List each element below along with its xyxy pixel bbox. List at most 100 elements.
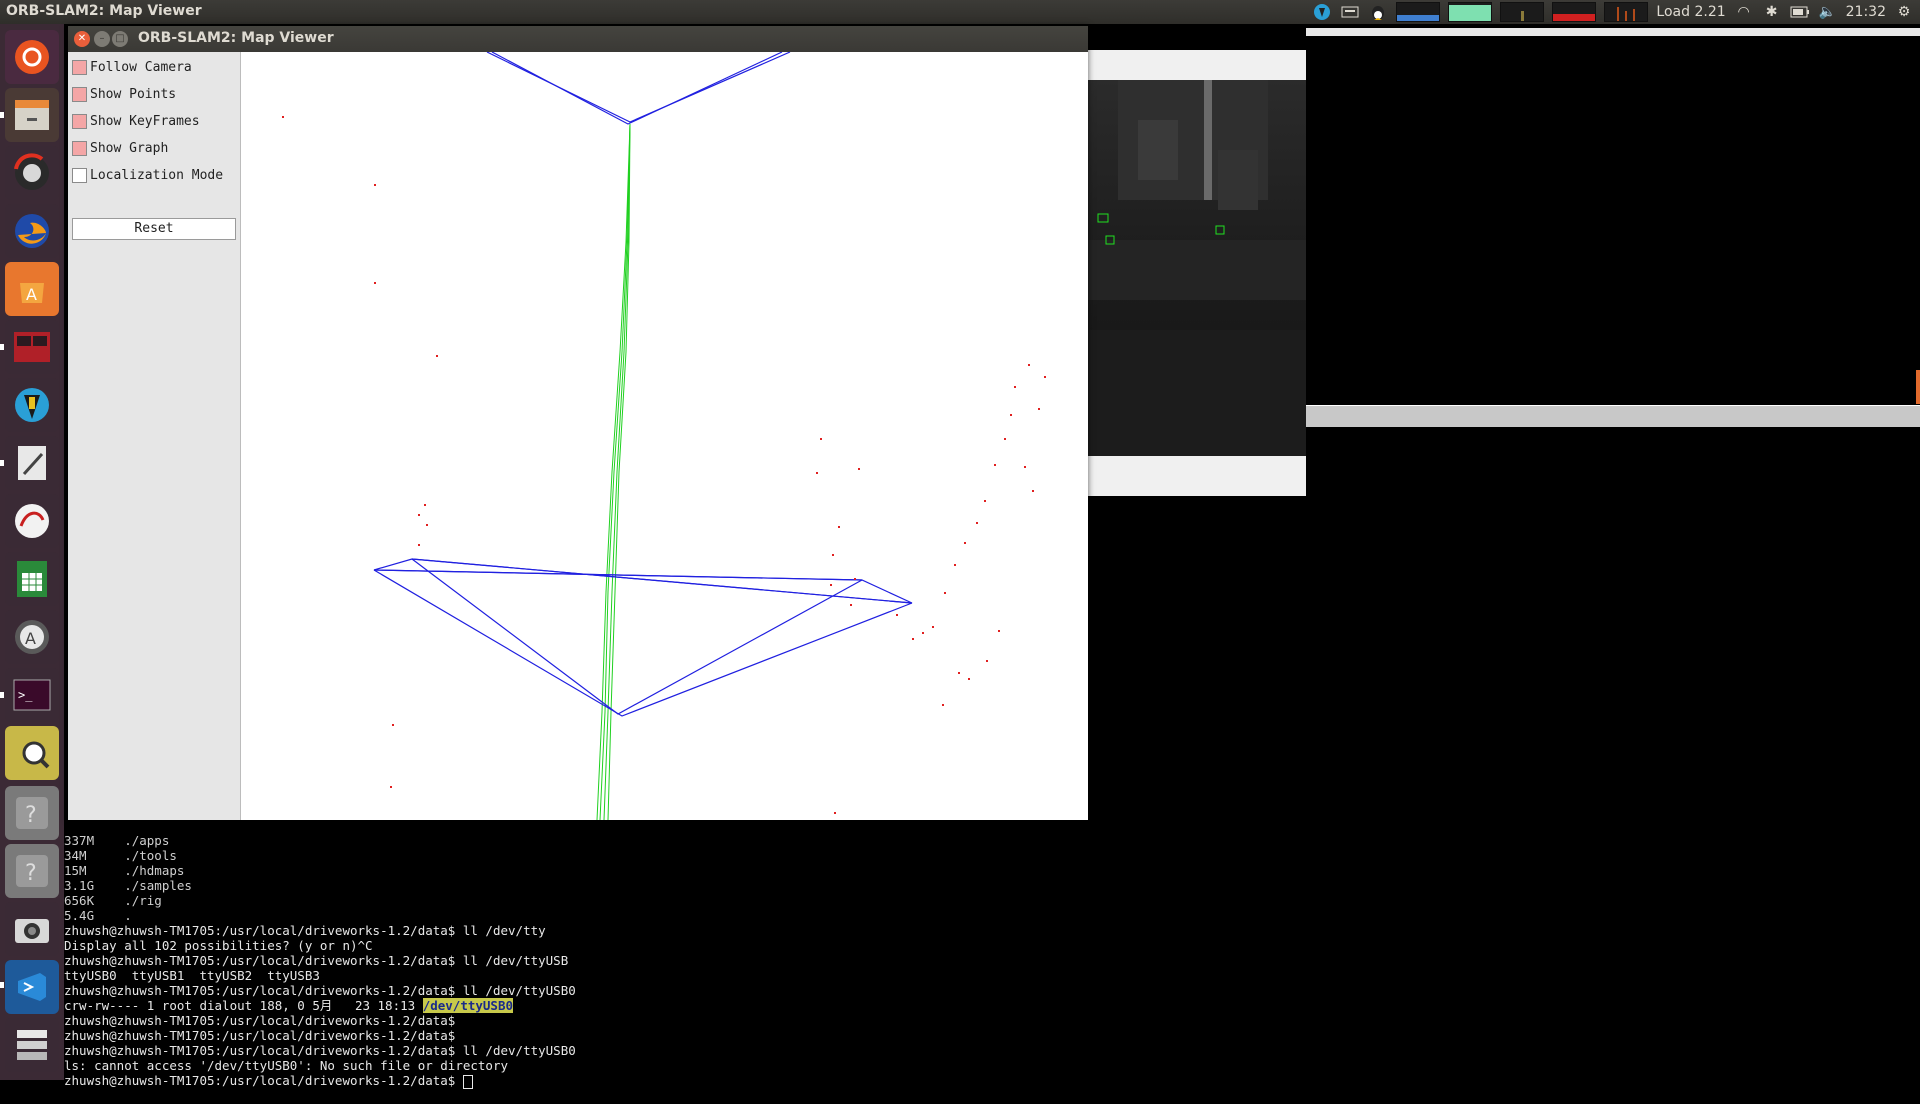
- running-indicator: [0, 460, 4, 466]
- image-viewer-icon[interactable]: [5, 726, 59, 780]
- ubuntu-dash-icon[interactable]: [5, 30, 59, 84]
- camera-icon[interactable]: [5, 902, 59, 956]
- terminal-line: 3.1G ./samples: [64, 878, 192, 893]
- keyboard-icon[interactable]: [1340, 3, 1360, 21]
- follow-camera-label: Follow Camera: [90, 59, 192, 75]
- keyframe-top: [486, 51, 791, 125]
- workspace-icon[interactable]: [5, 1018, 59, 1072]
- show-keyframes-checkbox[interactable]: [72, 113, 87, 129]
- cpu-graph: [1396, 2, 1441, 22]
- background-window: [1306, 28, 1920, 1080]
- running-indicator: [0, 692, 4, 698]
- tux-icon[interactable]: [1368, 3, 1388, 21]
- svg-text:A: A: [25, 629, 36, 648]
- keyframe-bottom: [373, 558, 913, 717]
- show-points-option[interactable]: Show Points: [72, 83, 176, 105]
- remote-desktop-icon[interactable]: [5, 320, 59, 374]
- bluetooth-icon[interactable]: ✱: [1762, 3, 1782, 21]
- background-window-accent: [1916, 370, 1920, 404]
- background-window-bar: [1306, 28, 1920, 36]
- battery-icon[interactable]: [1790, 3, 1810, 21]
- trajectory: [596, 123, 631, 821]
- follow-camera-checkbox[interactable]: [72, 59, 87, 75]
- map-render: [282, 51, 1046, 821]
- load-graph: [1552, 2, 1597, 22]
- terminal-line: 5.4G .: [64, 908, 132, 923]
- localization-mode-checkbox[interactable]: [72, 167, 87, 183]
- current-frame-image: [1088, 80, 1306, 456]
- terminal-line: 34M ./tools: [64, 848, 177, 863]
- close-icon[interactable]: ✕: [74, 31, 90, 47]
- launcher: A A >_ ? ?: [0, 24, 64, 1080]
- settings-gear-icon[interactable]: ⚙: [1894, 3, 1914, 21]
- svg-text:>_: >_: [18, 688, 33, 702]
- terminal-icon[interactable]: >_: [5, 668, 59, 722]
- vpn-icon[interactable]: [1312, 3, 1332, 21]
- reset-button[interactable]: Reset: [72, 218, 236, 240]
- map-viewer-window: ✕ – □ ORB-SLAM2: Map Viewer Follow Camer…: [68, 26, 1088, 821]
- load-indicator: Load 2.21: [1656, 4, 1726, 20]
- vscode-icon[interactable]: [5, 960, 59, 1014]
- memory-graph: [1448, 2, 1493, 22]
- terminal-line: zhuwsh@zhuwsh-TM1705:/usr/local/drivewor…: [64, 1043, 576, 1058]
- show-keyframes-option[interactable]: Show KeyFrames: [72, 110, 200, 132]
- terminal-prompt: zhuwsh@zhuwsh-TM1705:/usr/local/drivewor…: [64, 1073, 463, 1088]
- background-window-divider: [1306, 405, 1920, 427]
- running-indicator: [0, 112, 4, 118]
- terminal-line: zhuwsh@zhuwsh-TM1705:/usr/local/drivewor…: [64, 983, 576, 998]
- show-keyframes-label: Show KeyFrames: [90, 113, 200, 129]
- firefox-icon[interactable]: [5, 204, 59, 258]
- software-updater-icon[interactable]: A: [5, 610, 59, 664]
- show-graph-option[interactable]: Show Graph: [72, 137, 168, 159]
- vpn-app-icon[interactable]: [5, 378, 59, 432]
- svg-text:A: A: [26, 285, 37, 304]
- device-listing: crw-rw---- 1 root dialout 188, 0 5月 23 1…: [64, 998, 423, 1013]
- device-path-highlight: /dev/ttyUSB0: [422, 998, 513, 1013]
- file-manager-icon[interactable]: [5, 88, 59, 142]
- terminal-output[interactable]: 337M ./apps 34M ./tools 15M ./hdmaps 3.1G .…: [64, 818, 1064, 1104]
- terminal-line: ls: cannot access '/dev/ttyUSB0': No suc…: [64, 1058, 509, 1073]
- running-indicator: [0, 982, 4, 988]
- top-panel: ORB-SLAM2: Map Viewer Load 2.21 ◠ ✱ 🔈 21…: [0, 0, 1920, 24]
- terminal-prompt-line[interactable]: zhuwsh@zhuwsh-TM1705:/usr/local/drivewor…: [64, 1073, 1064, 1089]
- disk-graph: [1604, 2, 1649, 22]
- wifi-icon[interactable]: ◠: [1734, 3, 1754, 21]
- options-panel: Follow Camera Show Points Show KeyFrames…: [68, 52, 241, 820]
- text-editor-icon[interactable]: [5, 436, 59, 490]
- svg-text:?: ?: [25, 803, 37, 828]
- volume-icon[interactable]: 🔈: [1818, 3, 1838, 21]
- terminal-line: zhuwsh@zhuwsh-TM1705:/usr/local/drivewor…: [64, 1013, 456, 1028]
- active-window-title: ORB-SLAM2: Map Viewer: [6, 3, 202, 19]
- clock[interactable]: 21:32: [1846, 4, 1886, 20]
- system-tray: Load 2.21 ◠ ✱ 🔈 21:32 ⚙: [1312, 0, 1920, 24]
- map-points: [282, 116, 1046, 814]
- minimize-icon[interactable]: –: [94, 31, 110, 47]
- localization-mode-option[interactable]: Localization Mode: [72, 164, 223, 186]
- follow-camera-option[interactable]: Follow Camera: [72, 56, 192, 78]
- localization-mode-label: Localization Mode: [90, 167, 224, 183]
- unknown-app-icon[interactable]: ?: [5, 844, 59, 898]
- terminal-line: 15M ./hdmaps: [64, 863, 185, 878]
- terminal-line: crw-rw---- 1 root dialout 188, 0 5月 23 1…: [64, 998, 1064, 1013]
- software-center-icon[interactable]: A: [5, 262, 59, 316]
- document-viewer-icon[interactable]: [5, 494, 59, 548]
- show-points-checkbox[interactable]: [72, 86, 87, 102]
- show-points-label: Show Points: [90, 86, 177, 102]
- show-graph-checkbox[interactable]: [72, 140, 87, 156]
- disk-icon[interactable]: [5, 146, 59, 200]
- net-graph: [1500, 2, 1545, 22]
- unknown-app-icon[interactable]: ?: [5, 786, 59, 840]
- maximize-icon[interactable]: □: [112, 31, 128, 47]
- terminal-line: zhuwsh@zhuwsh-TM1705:/usr/local/drivewor…: [64, 953, 569, 968]
- svg-text:?: ?: [25, 861, 37, 886]
- terminal-line: 337M ./apps: [64, 833, 170, 848]
- window-titlebar[interactable]: ✕ – □ ORB-SLAM2: Map Viewer: [68, 26, 1088, 52]
- terminal-line: zhuwsh@zhuwsh-TM1705:/usr/local/drivewor…: [64, 1028, 456, 1043]
- map-canvas[interactable]: [242, 51, 1088, 821]
- terminal-line: 656K ./rig: [64, 893, 162, 908]
- terminal-line: ttyUSB0 ttyUSB1 ttyUSB2 ttyUSB3: [64, 968, 320, 983]
- running-indicator: [0, 344, 4, 350]
- spreadsheet-icon[interactable]: [5, 552, 59, 606]
- show-graph-label: Show Graph: [90, 140, 169, 156]
- terminal-line: Display all 102 possibilities? (y or n)^…: [64, 938, 373, 953]
